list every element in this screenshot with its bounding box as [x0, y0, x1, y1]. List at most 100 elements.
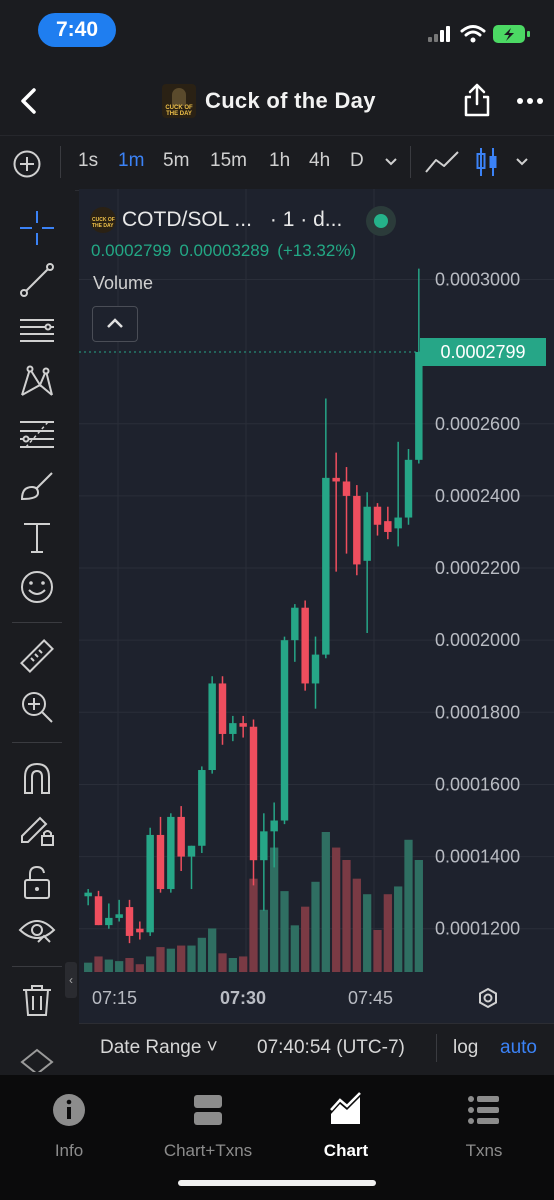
candle-body [177, 816, 185, 857]
candle-body [125, 907, 134, 936]
volume-bar [363, 894, 372, 972]
price-chart[interactable]: 0.0003000 0.0002600 0.0002400 0.0002200 0.00… [79, 189, 554, 1023]
y-tick-label: 0.0002200 [435, 558, 520, 578]
tab-chart-txns[interactable]: Chart+Txns [143, 1092, 273, 1161]
volume-bar [115, 961, 124, 972]
price-change-row: 0.0002799 0.00003289 (+13.32%) [91, 241, 364, 261]
crosshair-icon[interactable] [18, 209, 56, 247]
collapse-indicators-button[interactable] [92, 306, 138, 342]
tools-divider [12, 966, 62, 967]
candle-body [105, 917, 113, 926]
volume-indicator-label[interactable]: Volume [93, 273, 153, 294]
add-indicator-icon[interactable] [12, 149, 42, 179]
layers-icon[interactable] [18, 1046, 56, 1072]
tab-info[interactable]: Info [4, 1092, 134, 1161]
volume-bar [104, 959, 113, 972]
y-tick-label: 0.0002000 [435, 630, 520, 650]
ruler-icon[interactable] [18, 637, 56, 675]
info-icon [53, 1094, 85, 1126]
volume-bar [301, 906, 310, 972]
token-logo: CUCK OF THE DAY [90, 207, 116, 233]
timeframe-4h[interactable]: 4h [309, 150, 330, 172]
candle-body [270, 820, 278, 832]
timeframe-1s[interactable]: 1s [78, 150, 98, 172]
share-icon[interactable] [462, 82, 492, 118]
trash-icon[interactable] [18, 981, 56, 1019]
home-indicator [178, 1180, 376, 1186]
emoji-icon[interactable] [18, 568, 56, 606]
zoom-in-icon[interactable] [18, 688, 56, 726]
sidebar-toggle-handle[interactable]: ‹ [65, 962, 77, 998]
volume-bar [156, 947, 165, 972]
candlestick-chart-type-icon[interactable] [475, 146, 499, 178]
timeframe-D[interactable]: D [350, 150, 364, 172]
token-logo: CUCK OF THE DAY [162, 84, 196, 118]
x-tick-label: 07:45 [348, 988, 393, 1008]
log-scale-toggle[interactable]: log [453, 1037, 478, 1059]
text-tool-icon[interactable] [18, 518, 56, 556]
area-chart-icon [330, 1092, 361, 1124]
candle-body [260, 831, 268, 861]
candle-body [229, 723, 237, 734]
back-icon[interactable] [14, 84, 44, 118]
volume-bar [239, 956, 248, 972]
tools-divider [12, 742, 62, 743]
price-change-pct: (+13.32%) [277, 241, 357, 260]
volume-bar [342, 860, 351, 972]
battery-charging-icon [493, 25, 530, 43]
price-change: 0.00003289 [179, 241, 270, 260]
volume-bar [135, 964, 144, 972]
tab-chart[interactable]: Chart [281, 1092, 411, 1161]
volume-bar [84, 962, 93, 972]
volume-bar [321, 832, 330, 972]
chart-settings-icon[interactable] [477, 987, 499, 1009]
candlestick-chart[interactable]: 0.0003000 0.0002600 0.0002400 0.0002200 0.00… [79, 189, 554, 1023]
candle-body [115, 914, 123, 918]
brush-icon[interactable] [18, 467, 56, 505]
horizontal-lines-icon[interactable] [18, 312, 56, 350]
magnet-icon[interactable] [18, 759, 56, 797]
candle-body [156, 834, 165, 890]
volume-bar [228, 958, 237, 972]
date-range-button[interactable]: Date Range ˅ [100, 1037, 218, 1059]
wifi-icon [460, 25, 486, 43]
y-tick-label: 0.0002600 [435, 414, 520, 434]
timeframe-1h[interactable]: 1h [269, 150, 290, 172]
volume-bar [404, 839, 413, 972]
auto-scale-toggle[interactable]: auto [500, 1037, 537, 1059]
tab-txns[interactable]: Txns [419, 1092, 549, 1161]
fib-retracement-icon[interactable] [18, 415, 56, 453]
trend-line-icon[interactable] [18, 261, 56, 299]
volume-bar [414, 860, 423, 972]
timezone-clock[interactable]: 07:40:54 (UTC-7) [257, 1037, 405, 1059]
volume-bar [177, 945, 186, 972]
volume-bar [125, 958, 134, 972]
volume-bar [187, 945, 196, 972]
pattern-tool-icon[interactable] [18, 363, 56, 401]
visibility-icon[interactable] [18, 912, 56, 950]
split-view-icon [194, 1095, 222, 1125]
candle-body [301, 607, 309, 684]
volume-bar [197, 937, 206, 972]
symbol-legend[interactable]: CUCK OF THE DAY COTD/SOL ... · 1 · d... [90, 203, 342, 237]
chevron-up-icon [107, 318, 123, 328]
timeframe-15m[interactable]: 15m [210, 150, 247, 172]
x-tick-label: 07:30 [220, 988, 266, 1008]
volume-bar [218, 953, 227, 972]
lock-drawing-icon[interactable] [18, 810, 56, 848]
candle-body [311, 654, 320, 684]
unlock-icon[interactable] [18, 863, 56, 901]
toolbar-divider [60, 146, 61, 178]
list-icon [468, 1096, 499, 1124]
candle-body [332, 477, 340, 482]
chevron-down-icon[interactable] [384, 157, 398, 167]
timeframe-5m[interactable]: 5m [163, 150, 189, 172]
chevron-down-icon[interactable] [515, 157, 529, 167]
page-title: Cuck of the Day [205, 88, 376, 113]
timeframe-1m[interactable]: 1m [118, 150, 144, 172]
more-icon[interactable] [516, 96, 544, 106]
candle-body [208, 683, 216, 771]
y-tick-label: 0.0001400 [435, 847, 520, 867]
line-chart-type-icon[interactable] [424, 148, 460, 176]
range-divider [436, 1034, 437, 1062]
